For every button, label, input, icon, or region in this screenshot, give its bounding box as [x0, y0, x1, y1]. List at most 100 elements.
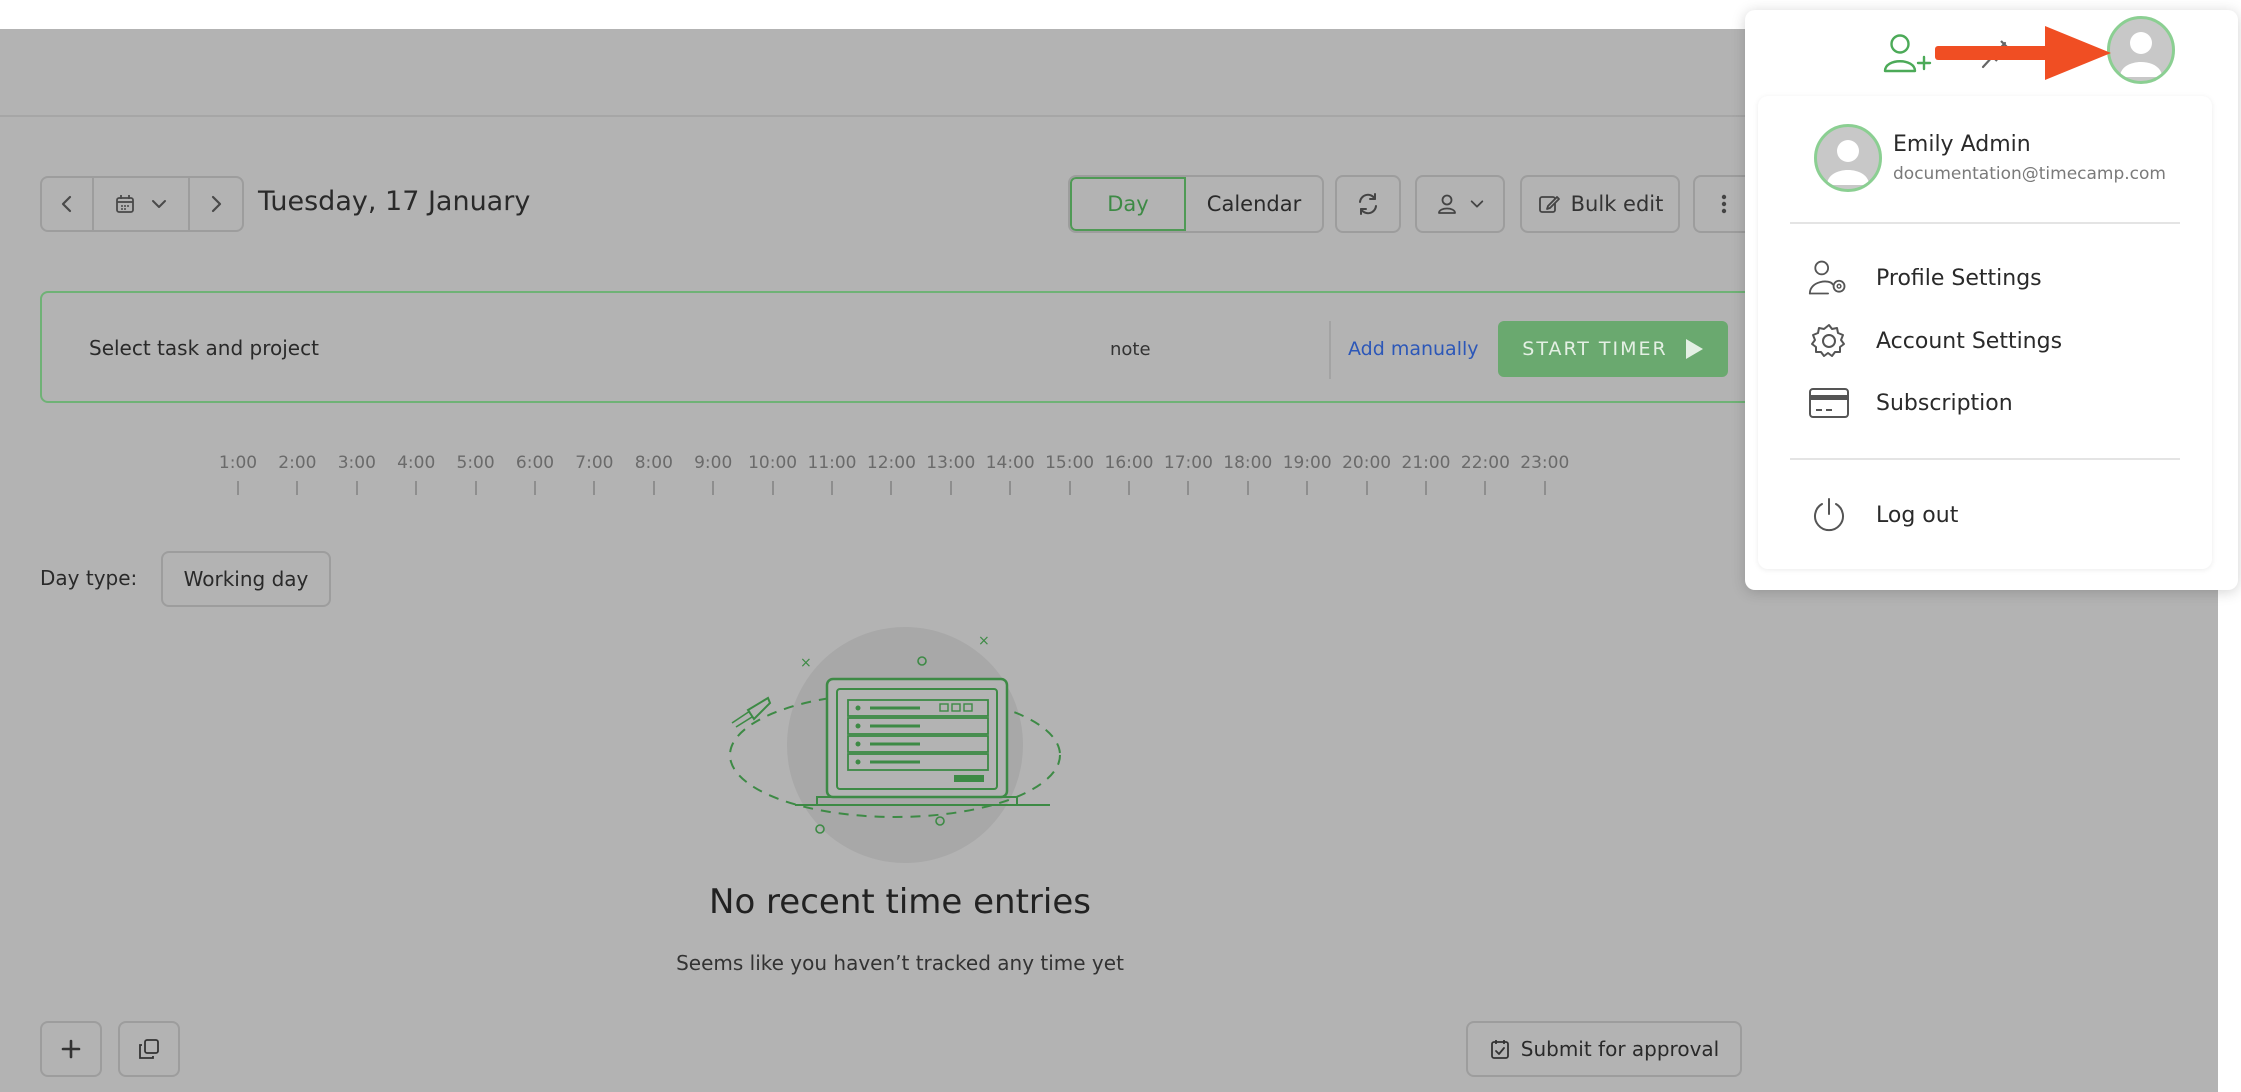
more-vertical-icon — [1721, 194, 1727, 214]
empty-state-subtitle: Seems like you haven’t tracked any time … — [676, 951, 1124, 975]
copy-icon — [139, 1039, 159, 1059]
empty-state-title: No recent time entries — [709, 882, 1091, 922]
timeline-hour: 6:00 — [505, 453, 565, 495]
timeline-hour-label: 16:00 — [1104, 453, 1154, 473]
avatar — [1814, 124, 1882, 192]
timeline-tick — [1068, 481, 1071, 495]
timeline-tick — [652, 481, 655, 495]
timeline-tick — [296, 481, 299, 495]
timeline-hour: 11:00 — [802, 453, 862, 495]
credit-card-icon — [1808, 382, 1850, 424]
timeline-hour-label: 15:00 — [1045, 453, 1095, 473]
date-navigation — [40, 176, 244, 232]
divider — [1329, 321, 1331, 379]
timeline-hour: 1:00 — [208, 453, 268, 495]
refresh-button[interactable] — [1335, 175, 1401, 233]
timeline-tick — [1246, 481, 1249, 495]
play-icon — [1685, 339, 1703, 359]
timeline-hour-label: 19:00 — [1282, 453, 1332, 473]
timeline-hour-label: 22:00 — [1460, 453, 1510, 473]
duplicate-button[interactable] — [118, 1021, 180, 1077]
add-user-icon — [1883, 34, 1932, 73]
timeline-hour: 23:00 — [1515, 453, 1575, 495]
timeline-hour-label: 4:00 — [397, 453, 436, 473]
menu-item-label: Subscription — [1876, 390, 2013, 416]
day-type-label: Day type: — [40, 566, 138, 590]
laptop-illustration-icon: × × — [729, 627, 1061, 863]
menu-item-profile-settings[interactable]: Profile Settings — [1808, 253, 2042, 303]
timeline-hour: 14:00 — [980, 453, 1040, 495]
timeline-hour: 16:00 — [1099, 453, 1159, 495]
add-manually-link[interactable]: Add manually — [1348, 338, 1479, 360]
timeline-tick — [1365, 481, 1368, 495]
timeline-tick — [1128, 481, 1130, 495]
timeline-tick — [831, 481, 833, 495]
start-timer-label: START TIMER — [1522, 338, 1668, 360]
divider — [1790, 458, 2180, 460]
previous-day-button[interactable] — [42, 178, 94, 230]
menu-item-log-out[interactable]: Log out — [1808, 490, 1958, 540]
profile-avatar-button[interactable] — [2107, 16, 2175, 84]
avatar-icon — [2120, 32, 2162, 77]
timeline-hour-label: 3:00 — [337, 453, 376, 473]
timeline-tick — [890, 481, 893, 495]
timer-bar: Select task and project note Add manuall… — [40, 291, 1760, 403]
empty-state-illustration: × × — [720, 615, 1070, 879]
timeline-hour-label: 9:00 — [694, 453, 733, 473]
timeline-hour: 19:00 — [1277, 453, 1337, 495]
timeline-tick — [1306, 481, 1309, 495]
menu-item-label: Log out — [1876, 502, 1959, 528]
timeline-hour: 17:00 — [1158, 453, 1218, 495]
timeline-tick — [949, 481, 952, 495]
user-name: Emily Admin — [1893, 132, 2031, 157]
timeline-hour: 3:00 — [327, 453, 387, 495]
timeline-hour-label: 17:00 — [1163, 453, 1213, 473]
timeline-hour-label: 13:00 — [926, 453, 976, 473]
timeline-hour-label: 11:00 — [807, 453, 857, 473]
menu-item-label: Profile Settings — [1876, 265, 2042, 291]
chevron-right-icon — [211, 195, 222, 213]
chevron-down-icon — [152, 200, 166, 208]
power-icon — [1808, 494, 1850, 536]
timeline-hour: 2:00 — [267, 453, 327, 495]
timeline-hour: 7:00 — [564, 453, 624, 495]
user-dropdown-menu: Emily Admin documentation@timecamp.com P… — [1758, 96, 2212, 569]
profile-settings-icon — [1808, 257, 1850, 299]
timeline-hour-label: 20:00 — [1342, 453, 1392, 473]
submit-for-approval-button[interactable]: Submit for approval — [1466, 1021, 1742, 1077]
tab-calendar[interactable]: Calendar — [1186, 177, 1322, 231]
menu-item-account-settings[interactable]: Account Settings — [1808, 316, 2062, 366]
timeline-tick — [474, 481, 477, 495]
day-type-selector[interactable]: Working day — [161, 551, 331, 607]
timeline: 1:00 2:00 3:00 4:00 5:00 6:00 7:00 8:00 9:00 10:0… — [0, 453, 1700, 495]
next-day-button[interactable] — [190, 178, 242, 230]
bulk-edit-button[interactable]: Bulk edit — [1520, 175, 1680, 233]
timeline-tick — [237, 481, 239, 495]
timeline-hour-label: 23:00 — [1520, 453, 1570, 473]
start-timer-button[interactable]: START TIMER — [1498, 321, 1728, 377]
date-picker-button[interactable] — [94, 178, 190, 230]
avatar-icon — [1827, 140, 1869, 185]
user-icon — [1438, 194, 1456, 214]
divider — [1790, 222, 2180, 224]
user-filter-button[interactable] — [1415, 175, 1505, 233]
menu-item-subscription[interactable]: Subscription — [1808, 378, 2013, 428]
timeline-hour: 8:00 — [624, 453, 684, 495]
add-entry-button[interactable] — [40, 1021, 102, 1077]
note-input[interactable]: note — [1110, 339, 1151, 360]
timeline-tick — [593, 481, 596, 495]
timeline-tick — [1484, 481, 1487, 495]
view-toggle: Day Calendar — [1068, 175, 1324, 233]
chevron-down-icon — [1470, 200, 1484, 208]
tab-day[interactable]: Day — [1070, 177, 1186, 231]
timeline-hour: 15:00 — [1040, 453, 1100, 495]
timeline-tick — [771, 481, 774, 495]
timeline-hour: 22:00 — [1455, 453, 1515, 495]
submit-for-approval-label: Submit for approval — [1520, 1037, 1720, 1061]
timeline-hour: 13:00 — [921, 453, 981, 495]
timeline-hour-label: 10:00 — [748, 453, 798, 473]
invite-user-button[interactable] — [1880, 28, 1936, 78]
more-options-button[interactable] — [1693, 175, 1753, 233]
task-project-select[interactable]: Select task and project — [89, 336, 319, 360]
timeline-hour-label: 8:00 — [634, 453, 673, 473]
